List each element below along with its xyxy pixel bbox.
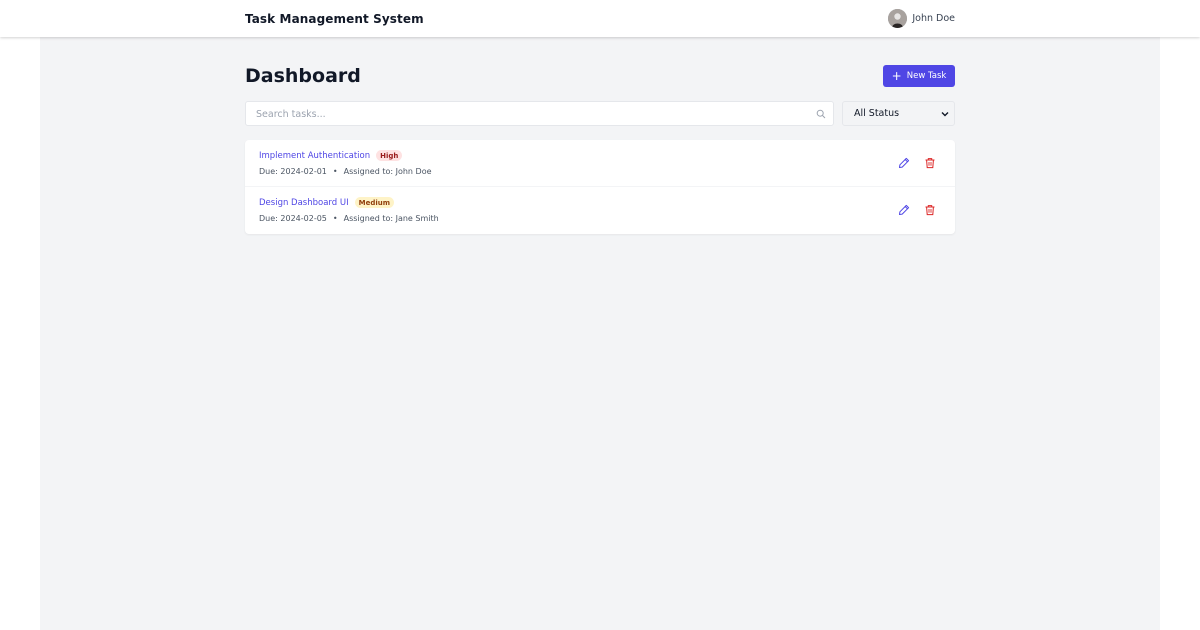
search-icon [816,109,826,119]
task-meta: Due: 2024-02-05 • Assigned to: Jane Smit… [259,214,439,223]
pencil-icon[interactable] [898,157,910,169]
task-actions [898,157,936,169]
filter-toolbar: All Status [245,101,955,126]
page-title: Dashboard [245,65,361,87]
trash-icon[interactable] [924,204,936,216]
status-filter-select[interactable]: All Status [842,101,955,126]
trash-icon[interactable] [924,157,936,169]
search-input[interactable] [246,103,833,126]
task-due-date: Due: 2024-02-01 [259,167,327,176]
task-assignee: Assigned to: John Doe [343,167,432,176]
task-actions [898,204,936,216]
priority-badge: Medium [354,197,395,208]
task-due-date: Due: 2024-02-05 [259,214,327,223]
task-title[interactable]: Implement Authentication [259,151,370,161]
task-assignee: Assigned to: Jane Smith [343,214,439,223]
pencil-icon[interactable] [898,204,910,216]
avatar[interactable] [888,9,908,28]
priority-badge: High [376,150,403,161]
task-list: Implement Authentication High Due: 2024-… [245,140,955,234]
app-title: Task Management System [245,11,424,26]
meta-separator: • [332,214,338,223]
user-menu[interactable]: John Doe [888,9,955,28]
user-avatar-icon [888,9,908,28]
search-box [245,101,834,126]
task-meta: Due: 2024-02-01 • Assigned to: John Doe [259,167,432,176]
meta-separator: • [332,167,338,176]
new-task-button[interactable]: + New Task [883,65,955,87]
task-row: Design Dashboard UI Medium Due: 2024-02-… [245,187,955,234]
task-title[interactable]: Design Dashboard UI [259,198,349,208]
navbar-inner: Task Management System John Doe [245,0,955,37]
page-background [40,0,1160,630]
user-name[interactable]: John Doe [912,13,955,24]
chevron-down-icon [941,111,949,116]
task-title-line: Implement Authentication High [259,150,403,161]
new-task-label: New Task [906,71,947,81]
top-navbar: Task Management System John Doe [0,0,1200,37]
plus-icon: + [891,68,902,83]
task-row: Implement Authentication High Due: 2024-… [245,140,955,187]
status-filter-value: All Status [854,108,900,119]
page-header: Dashboard + New Task [245,65,955,87]
task-title-line: Design Dashboard UI Medium [259,197,395,208]
